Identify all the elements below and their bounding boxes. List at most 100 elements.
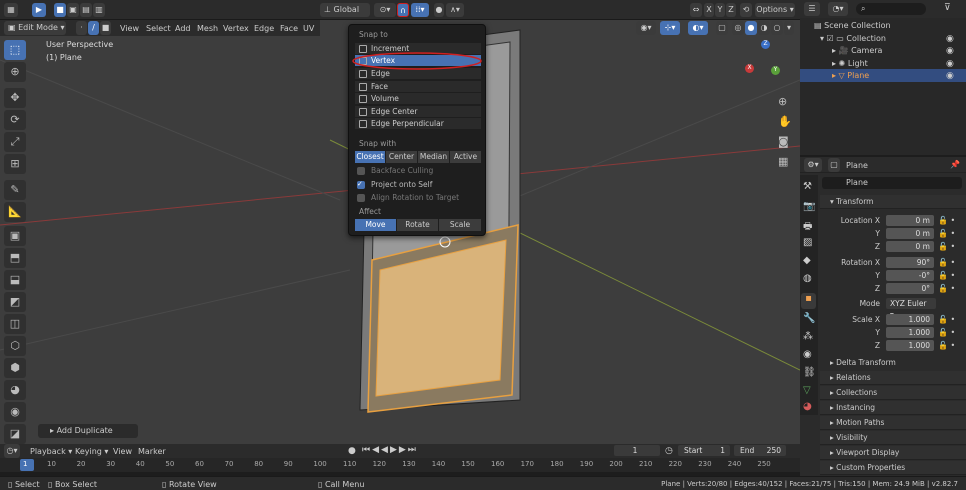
object-tab-icon[interactable]: ▪ (801, 293, 816, 309)
gizmo-x-icon[interactable]: X (745, 64, 754, 73)
rotation-z-field[interactable]: 0° (886, 283, 934, 294)
zoom-icon[interactable]: ⊕ (778, 95, 787, 108)
panel-instancing[interactable]: ▸ Instancing (820, 401, 966, 415)
filter-icon[interactable]: ⊽ (944, 3, 951, 13)
shading-solid-icon[interactable]: ● (745, 21, 757, 35)
clock-icon[interactable]: ◷ (665, 446, 673, 456)
rotate-tool-icon[interactable]: ⟳ (4, 110, 26, 130)
panel-relations[interactable]: ▸ Relations (820, 371, 966, 385)
material-tab-icon[interactable]: ◕ (803, 401, 812, 412)
start-frame-field[interactable]: Start 1 (678, 445, 730, 456)
transform-orientation-dropdown[interactable]: ⊥ Global (320, 3, 370, 17)
panel-custom-properties[interactable]: ▸ Custom Properties (820, 461, 966, 475)
current-frame-field[interactable]: 1 (614, 445, 660, 456)
scale-tool-icon[interactable]: ⤢ (4, 132, 26, 152)
lock-icon[interactable]: 🔓 • (938, 258, 955, 267)
view-layer-tab-icon[interactable]: ▨ (803, 237, 812, 248)
modifier-tab-icon[interactable]: 🔧 (803, 313, 815, 324)
shading-options-icon[interactable]: ▾ (784, 21, 794, 35)
proportional-edit-icon[interactable]: ● (434, 3, 444, 17)
options-dropdown[interactable]: Options ▾ (755, 3, 795, 17)
shear-tool-icon[interactable]: ◪ (4, 424, 26, 444)
eye-icon[interactable]: ◉ (946, 71, 954, 81)
menu-edge[interactable]: Edge (254, 24, 274, 33)
lock-icon[interactable]: 🔓 • (938, 229, 955, 238)
outliner-search-input[interactable]: ⌕ (856, 3, 926, 15)
snap-with-center[interactable]: Center (386, 151, 417, 163)
loop-cut-tool-icon[interactable]: ◫ (4, 314, 26, 334)
lock-icon[interactable]: 🔓 • (938, 341, 955, 350)
render-tab-icon[interactable]: 📷 (803, 201, 815, 212)
lock-icon[interactable]: 🔓 • (938, 216, 955, 225)
menu-view[interactable]: View (120, 24, 139, 33)
snap-to-face[interactable]: Face (355, 81, 481, 93)
select-mode-extend-icon[interactable]: ▣ (67, 3, 79, 17)
display-mode-icon[interactable]: ◔▾ (828, 2, 848, 16)
scene-tab-icon[interactable]: ◆ (803, 255, 811, 266)
tool-tab-icon[interactable]: ⚒ (803, 181, 812, 192)
edge-select-icon[interactable]: / (88, 21, 99, 35)
snap-element-dropdown[interactable]: ⁞⁞▾ (411, 3, 429, 17)
snap-to-volume[interactable]: Volume (355, 93, 481, 105)
scale-x-field[interactable]: 1.000 (886, 314, 934, 325)
world-tab-icon[interactable]: ◍ (803, 273, 812, 284)
lock-icon[interactable]: 🔓 • (938, 328, 955, 337)
gizmo-toggle-icon[interactable]: ⊹▾ (660, 21, 680, 35)
outliner-item-plane[interactable]: ▸ ▽ Plane (832, 71, 869, 80)
timeline-menu-keying[interactable]: Keying ▾ (75, 447, 108, 456)
select-mode-new-icon[interactable]: ■ (54, 3, 66, 17)
outliner-editor-type-icon[interactable]: ☰ (804, 2, 820, 16)
navigation-gizmo[interactable]: Z X Y (745, 40, 790, 85)
knife-tool-icon[interactable]: ⬡ (4, 336, 26, 356)
add-cube-tool-icon[interactable]: ▣ (4, 226, 26, 246)
backface-culling-checkbox[interactable]: Backface Culling (357, 166, 433, 176)
camera-view-icon[interactable]: ◙ (778, 135, 789, 148)
select-tool-icon[interactable]: ▶ (32, 3, 46, 17)
align-rotation-checkbox[interactable]: Align Rotation to Target (357, 193, 459, 203)
data-tab-icon[interactable]: ▽ (803, 385, 811, 396)
operator-redo-panel[interactable]: ▸ Add Duplicate (38, 424, 138, 438)
timeline-menu-playback[interactable]: Playback ▾ (30, 447, 72, 456)
playback-controls[interactable]: ⏮◀◀▶▶⏭ (362, 445, 418, 455)
outliner-item-plane-row[interactable] (800, 69, 966, 82)
transform-tool-icon[interactable]: ⊞ (4, 154, 26, 174)
menu-vertex[interactable]: Vertex (223, 24, 249, 33)
menu-uv[interactable]: UV (303, 24, 314, 33)
shading-wireframe-icon[interactable]: ◎ (732, 21, 744, 35)
falloff-icon[interactable]: ∧▾ (446, 3, 464, 17)
select-mode-subtract-icon[interactable]: ▤ (80, 3, 92, 17)
select-mode-invert-icon[interactable]: ▥ (93, 3, 105, 17)
panel-viewport-display[interactable]: ▸ Viewport Display (820, 446, 966, 460)
spin-tool-icon[interactable]: ◕ (4, 380, 26, 400)
lock-icon[interactable]: 🔓 • (938, 242, 955, 251)
axis-z-toggle[interactable]: Z (726, 3, 736, 17)
measure-tool-icon[interactable]: 📐 (4, 202, 26, 222)
cursor-tool-icon[interactable]: ⊕ (4, 62, 26, 82)
output-tab-icon[interactable]: 🖶 (803, 219, 812, 236)
extrude-tool-icon[interactable]: ⬒ (4, 248, 26, 268)
project-onto-self-checkbox[interactable]: Project onto Self (357, 179, 432, 190)
affect-rotate[interactable]: Rotate (397, 219, 438, 231)
auto-merge-icon[interactable]: ⟲ (740, 3, 752, 17)
poly-build-tool-icon[interactable]: ⬢ (4, 358, 26, 378)
visibility-icon[interactable]: ◉▾ (636, 21, 656, 35)
lock-icon[interactable]: 🔓 • (938, 315, 955, 324)
outliner-item-light[interactable]: ▸ ✺ Light (832, 59, 868, 68)
transform-panel-header[interactable]: ▾ Transform (820, 195, 966, 209)
annotate-tool-icon[interactable]: ✎ (4, 180, 26, 200)
editor-type-icon[interactable]: ▦ (4, 3, 18, 17)
axis-y-toggle[interactable]: Y (715, 3, 725, 17)
snap-with-median[interactable]: Median (418, 151, 449, 163)
snap-with-closest[interactable]: Closest (355, 151, 385, 163)
location-x-field[interactable]: 0 m (886, 215, 934, 226)
overlay-toggle-icon[interactable]: ◐▾ (688, 21, 708, 35)
delta-transform-subpanel[interactable]: ▸ Delta Transform (830, 358, 896, 367)
shading-material-icon[interactable]: ◑ (758, 21, 770, 35)
shading-rendered-icon[interactable]: ○ (771, 21, 783, 35)
menu-add[interactable]: Add (175, 24, 191, 33)
outliner-item-camera[interactable]: ▸ 🎥 Camera (832, 46, 882, 55)
scale-z-field[interactable]: 1.000 (886, 340, 934, 351)
bevel-tool-icon[interactable]: ◩ (4, 292, 26, 312)
rotation-mode-dropdown[interactable]: XYZ Euler ▾ (886, 298, 936, 319)
eye-icon[interactable]: ◉ (946, 59, 954, 69)
